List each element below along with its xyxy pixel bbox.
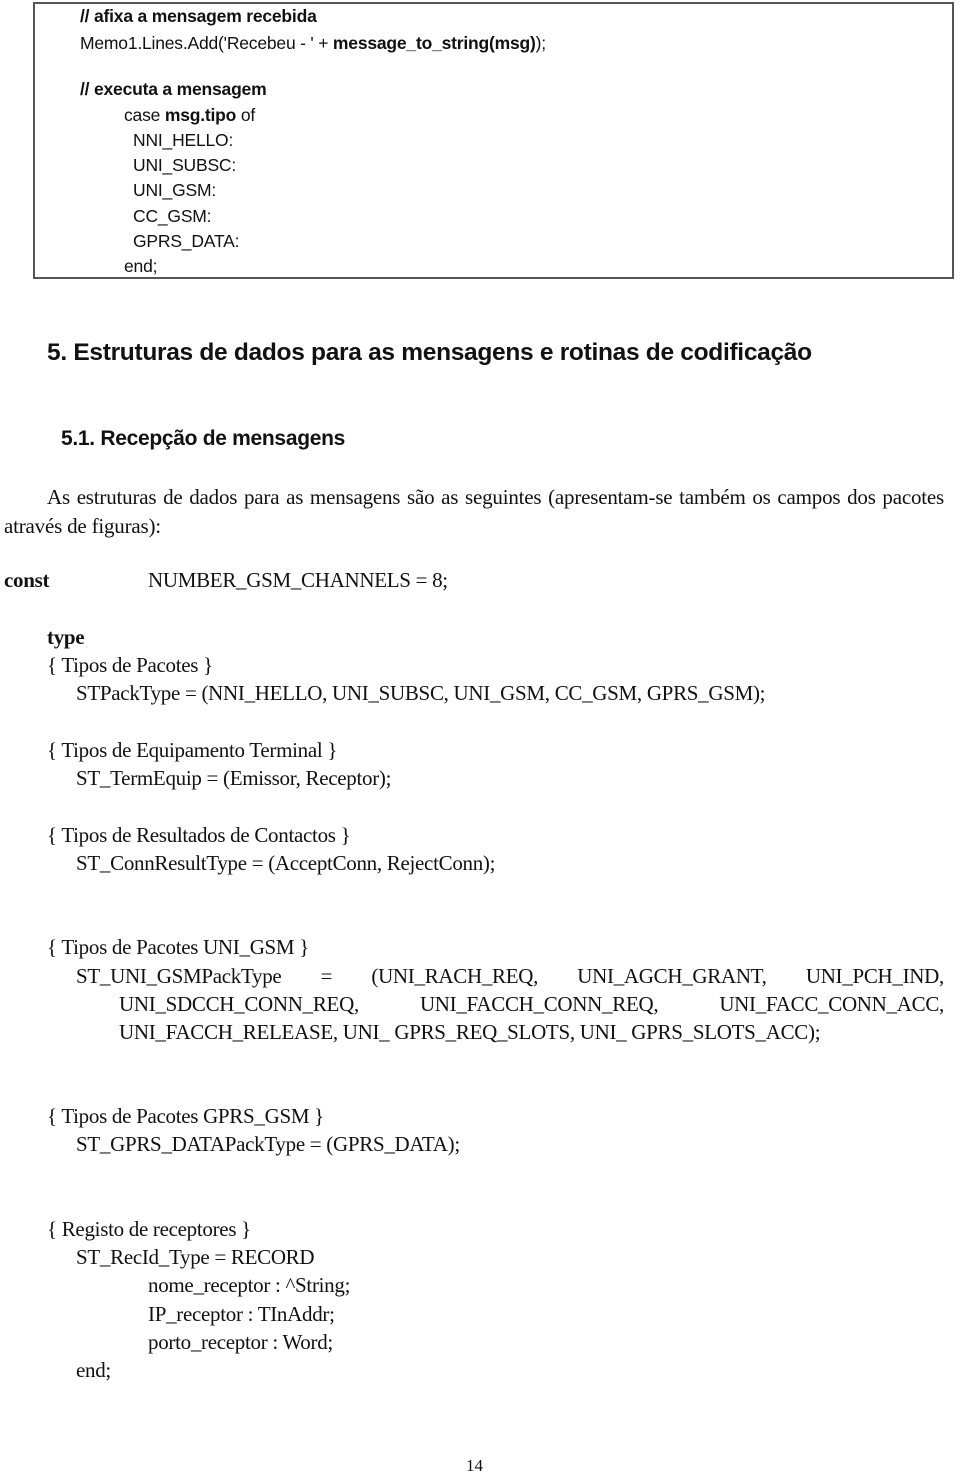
- record-field: IP_receptor : TInAddr;: [148, 1302, 335, 1326]
- type-comment: { Tipos de Pacotes GPRS_GSM }: [47, 1104, 324, 1128]
- case-label: UNI_GSM:: [133, 180, 216, 200]
- case-label: CC_GSM:: [133, 206, 212, 226]
- case-keyword: case: [124, 105, 165, 125]
- type-comment: { Tipos de Pacotes }: [47, 653, 213, 677]
- enum-token: UNI_FACCH_CONN_REQ,: [419, 992, 659, 1016]
- record-end: end;: [76, 1358, 111, 1382]
- enum-token: UNI_PCH_IND,: [805, 964, 944, 988]
- type-declaration-uni-gsm-line2: UNI_SDCCH_CONN_REQ, UNI_FACCH_CONN_REQ, …: [119, 992, 944, 1017]
- code-comment-execute: // executa a mensagem: [80, 79, 267, 100]
- type-declaration: ST_ConnResultType = (AcceptConn, RejectC…: [76, 851, 496, 875]
- record-field: porto_receptor : Word;: [148, 1330, 333, 1354]
- intro-paragraph: As estruturas de dados para as mensagens…: [4, 485, 944, 538]
- enum-token: ST_UNI_GSMPackType: [76, 964, 282, 988]
- case-expression: msg.tipo: [164, 105, 237, 125]
- comment-text: // executa a mensagem: [80, 79, 267, 99]
- code-case-line: case msg.tipo of: [124, 105, 255, 126]
- type-declaration-uni-gsm-line3: UNI_FACCH_RELEASE, UNI_ GPRS_REQ_SLOTS, …: [119, 1020, 821, 1044]
- record-field: nome_receptor : ^String;: [148, 1273, 351, 1297]
- subsection-heading: 5.1. Recepção de mensagens: [61, 427, 346, 450]
- type-keyword: type: [47, 625, 85, 649]
- case-label: UNI_SUBSC:: [133, 155, 237, 175]
- type-comment: { Tipos de Resultados de Contactos }: [47, 823, 351, 847]
- enum-token: UNI_SDCCH_CONN_REQ,: [119, 992, 359, 1016]
- type-declaration: ST_GPRS_DATAPackType = (GPRS_DATA);: [76, 1132, 460, 1156]
- section-heading: 5. Estruturas de dados para as mensagens…: [47, 339, 812, 366]
- case-of: of: [236, 105, 256, 125]
- enum-token: =: [320, 964, 333, 988]
- enum-token: UNI_FACC_CONN_ACC,: [719, 992, 944, 1016]
- const-keyword: const: [4, 568, 50, 592]
- type-comment: { Tipos de Pacotes UNI_GSM }: [47, 935, 310, 959]
- enum-token: UNI_AGCH_GRANT,: [577, 964, 767, 988]
- type-declaration: STPackType = (NNI_HELLO, UNI_SUBSC, UNI_…: [76, 681, 766, 705]
- enum-token: (UNI_RACH_REQ,: [371, 964, 539, 988]
- code-comment-display: // afixa a mensagem recebida: [80, 6, 317, 27]
- type-comment: { Registo de receptores }: [47, 1217, 251, 1241]
- type-declaration: ST_TermEquip = (Emissor, Receptor);: [76, 766, 392, 790]
- case-end: end;: [124, 256, 158, 276]
- type-comment: { Tipos de Equipamento Terminal }: [47, 738, 338, 762]
- memo-suffix: );: [535, 33, 547, 53]
- code-memo-line: Memo1.Lines.Add('Recebeu - ' + message_t…: [80, 33, 546, 54]
- memo-call: message_to_string(msg): [332, 33, 536, 53]
- case-label: NNI_HELLO:: [133, 130, 234, 150]
- const-declaration: NUMBER_GSM_CHANNELS = 8;: [148, 568, 448, 592]
- memo-prefix: Memo1.Lines.Add('Recebeu - ' +: [80, 33, 333, 53]
- case-label: GPRS_DATA:: [133, 231, 240, 251]
- page-number: 14: [466, 1456, 483, 1475]
- record-header: ST_RecId_Type = RECORD: [76, 1245, 315, 1269]
- type-declaration-uni-gsm-line1: ST_UNI_GSMPackType = (UNI_RACH_REQ, UNI_…: [76, 964, 944, 989]
- comment-text: // afixa a mensagem recebida: [80, 6, 317, 26]
